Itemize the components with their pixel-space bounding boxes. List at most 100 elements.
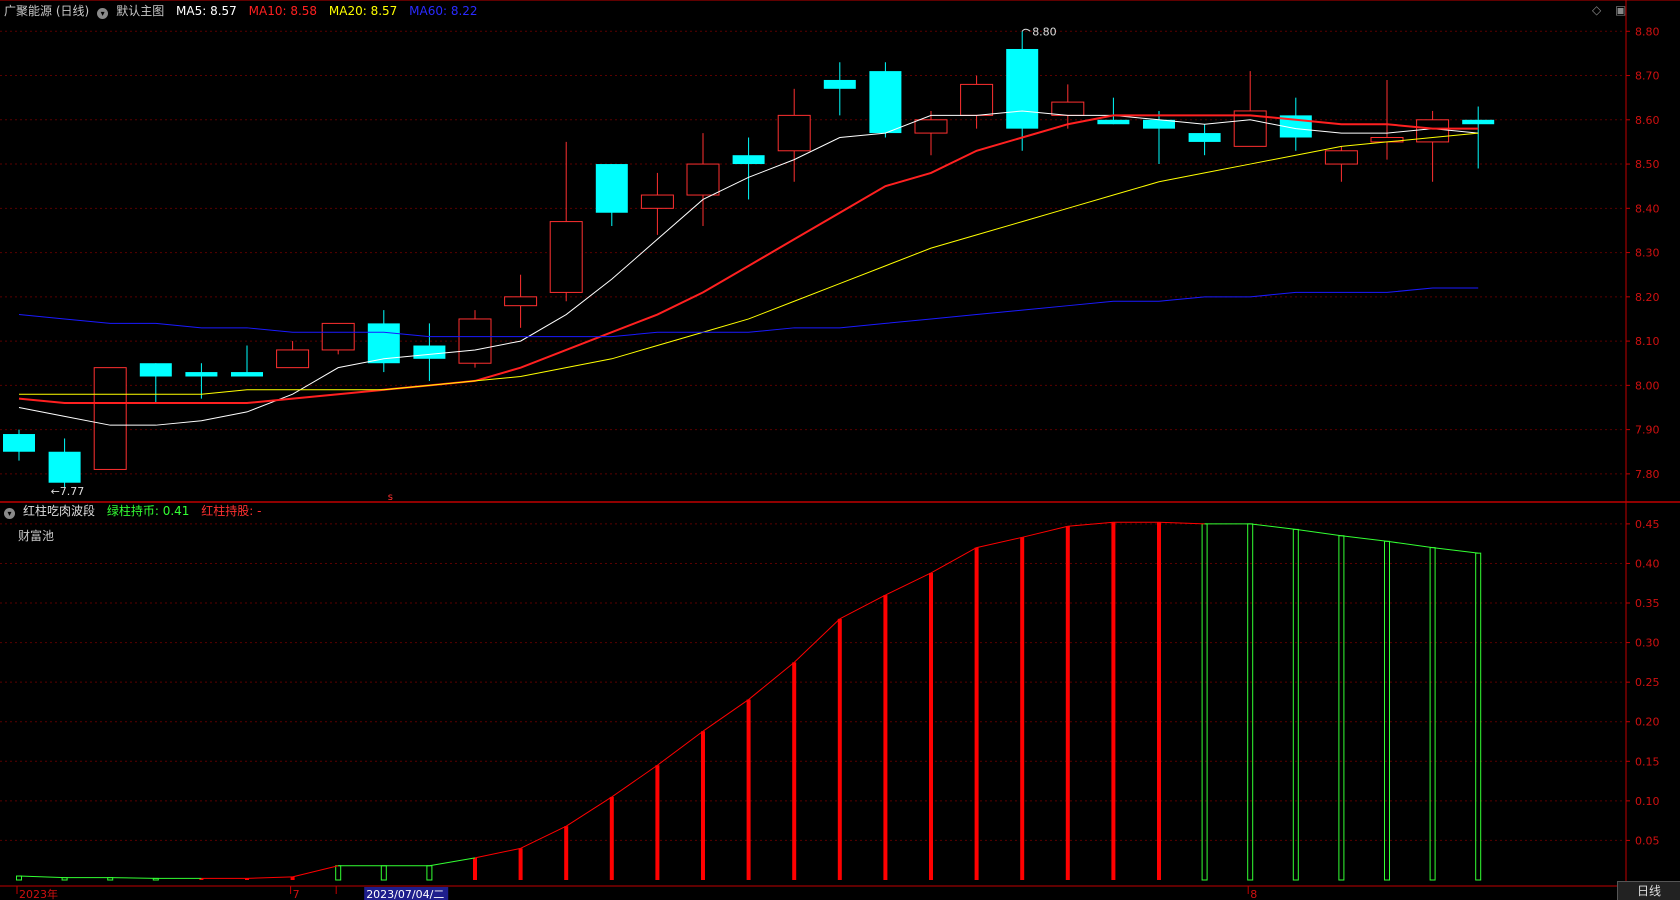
- y-tick-label: 8.30: [1635, 247, 1660, 260]
- indicator-bar[interactable]: [1065, 526, 1070, 880]
- candle[interactable]: [367, 310, 400, 373]
- candle[interactable]: [231, 345, 263, 377]
- indicator-line: [520, 825, 567, 849]
- indicator-bar[interactable]: [1111, 522, 1116, 880]
- wealth-pool-label: 财富池: [18, 529, 55, 543]
- candle[interactable]: [777, 88, 811, 182]
- candle[interactable]: [413, 323, 446, 381]
- candle[interactable]: [1462, 106, 1495, 169]
- y-tick-label: 8.20: [1635, 291, 1660, 304]
- candle-body: [1097, 119, 1130, 125]
- ma-line-ma60: [18, 287, 1479, 338]
- candle[interactable]: [276, 341, 310, 369]
- window-icon[interactable]: ▣: [1615, 3, 1626, 17]
- main-chart-name[interactable]: 默认主图: [116, 4, 164, 18]
- indicator-bar[interactable]: [473, 857, 477, 880]
- chevron-down-icon[interactable]: ▾: [97, 8, 109, 19]
- indicator-bar[interactable]: [1201, 523, 1208, 881]
- candle-body: [914, 119, 948, 134]
- y-tick-label: 8.50: [1635, 158, 1660, 171]
- y-tick-label: 0.25: [1635, 676, 1660, 689]
- candle[interactable]: [139, 363, 172, 404]
- daily-period-button[interactable]: 日线: [1617, 881, 1680, 900]
- indicator-line: [1250, 523, 1296, 530]
- stock-title[interactable]: 广聚能源 (日线): [4, 4, 89, 18]
- indicator-bar[interactable]: [974, 547, 979, 880]
- indicator-bar[interactable]: [1020, 537, 1025, 880]
- candle[interactable]: [549, 141, 583, 302]
- candle[interactable]: [595, 164, 628, 227]
- indicator-bar[interactable]: [792, 662, 797, 880]
- candle[interactable]: [1097, 97, 1130, 125]
- indicator-bar[interactable]: [883, 595, 888, 880]
- candle[interactable]: [1324, 146, 1358, 182]
- indicator-bar[interactable]: [1157, 522, 1161, 880]
- indicator-line: [18, 875, 65, 879]
- y-tick-label: 8.60: [1635, 114, 1660, 127]
- candle[interactable]: [1006, 31, 1039, 151]
- diamond-icon[interactable]: ◇: [1592, 3, 1601, 17]
- candle[interactable]: [732, 137, 765, 200]
- candle-body: [595, 164, 628, 213]
- candle[interactable]: [686, 133, 720, 227]
- indicator-bar[interactable]: [701, 731, 705, 880]
- y-tick-label: 8.70: [1635, 70, 1660, 83]
- indicator-bar[interactable]: [335, 865, 342, 881]
- indicator-bar[interactable]: [746, 699, 751, 880]
- x-axis-label: 2023年: [19, 887, 58, 900]
- candle[interactable]: [3, 429, 35, 461]
- green-hold-label: 绿柱持币: 0.41: [106, 504, 190, 518]
- indicator-bar[interactable]: [1247, 523, 1254, 881]
- y-tick-label: 0.15: [1635, 755, 1660, 768]
- indicator-bar[interactable]: [16, 875, 22, 881]
- indicator-bar[interactable]: [1429, 547, 1436, 881]
- candle[interactable]: [1233, 71, 1267, 147]
- main-chart-header: 广聚能源 (日线) ▾ 默认主图 MA5: 8.57 MA10: 8.58 MA20…: [4, 3, 486, 19]
- candle[interactable]: [1188, 124, 1221, 156]
- indicator-bar[interactable]: [837, 618, 842, 880]
- ma60-label: MA60: 8.22: [409, 4, 478, 18]
- ma20-label: MA20: 8.57: [328, 4, 398, 18]
- candle[interactable]: [504, 274, 538, 328]
- s-marker: s: [388, 492, 393, 503]
- y-tick-label: 0.05: [1635, 834, 1660, 847]
- candle-body: [686, 163, 720, 196]
- indicator-bar[interactable]: [380, 865, 387, 881]
- indicator-line: [793, 618, 841, 663]
- y-tick-label: 8.40: [1635, 202, 1660, 215]
- candle[interactable]: [321, 322, 355, 355]
- indicator-line: [1022, 525, 1068, 538]
- indicator-bar[interactable]: [1475, 552, 1482, 881]
- candle[interactable]: [823, 62, 856, 116]
- candle[interactable]: [48, 438, 81, 488]
- candle[interactable]: [458, 310, 492, 368]
- candle[interactable]: [869, 62, 902, 138]
- indicator-bar[interactable]: [426, 865, 433, 881]
- candle-body: [139, 363, 172, 377]
- y-tick-label: 0.10: [1635, 795, 1660, 808]
- indicator-name[interactable]: 红柱吃肉波段: [23, 504, 95, 518]
- candle-body: [1462, 119, 1495, 125]
- candle[interactable]: [1416, 110, 1450, 182]
- chevron-down-icon[interactable]: ▾: [4, 508, 15, 519]
- indicator-bar[interactable]: [655, 765, 660, 880]
- low-price-label: ←7.77: [51, 485, 85, 498]
- indicator-line: [246, 876, 293, 879]
- indicator-bar[interactable]: [1292, 528, 1299, 881]
- indicator-bar[interactable]: [609, 796, 614, 880]
- candle-body: [823, 79, 856, 89]
- indicator-bar[interactable]: [564, 826, 569, 880]
- x-axis-label: 8: [1250, 888, 1257, 900]
- candle[interactable]: [640, 172, 674, 235]
- candle[interactable]: [93, 367, 127, 470]
- indicator-bar[interactable]: [929, 572, 933, 880]
- indicator-bar[interactable]: [518, 848, 523, 880]
- candle[interactable]: [1279, 97, 1312, 151]
- y-tick-label: 7.80: [1635, 468, 1660, 481]
- indicator-bar[interactable]: [1338, 535, 1345, 881]
- candle[interactable]: [960, 75, 994, 129]
- candle[interactable]: [914, 110, 948, 156]
- indicator-line: [611, 764, 658, 798]
- indicator-bar[interactable]: [1384, 540, 1390, 881]
- ma5-label: MA5: 8.57: [176, 4, 237, 18]
